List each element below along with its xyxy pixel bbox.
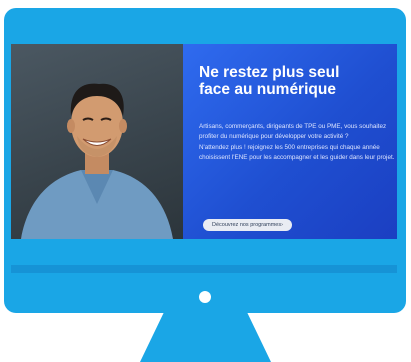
hero-title: Ne restez plus seul face au numérique [199, 64, 389, 98]
monitor-frame: Ne restez plus seul face au numérique Ar… [4, 8, 406, 313]
monitor-screen: Ne restez plus seul face au numérique Ar… [11, 44, 397, 239]
hero-title-line-1: Ne restez plus seul [199, 64, 340, 81]
monitor-stand [140, 313, 271, 362]
hero-title-line-2: face au numérique [199, 81, 336, 98]
hero-photo [11, 44, 183, 239]
discover-programs-button[interactable]: Découvrez nos programmes› [203, 219, 292, 231]
hero-paragraph-2: N'attendez plus ! rejoignez les 500 entr… [199, 143, 395, 161]
smiling-man-illustration [21, 83, 173, 239]
power-button-icon [199, 291, 211, 303]
hero-description: Artisans, commerçants, dirigeants de TPE… [199, 122, 395, 163]
hero-panel: Ne restez plus seul face au numérique Ar… [183, 44, 397, 239]
screen-bottom-bezel [11, 265, 397, 273]
hero-paragraph-1: Artisans, commerçants, dirigeants de TPE… [199, 123, 387, 141]
